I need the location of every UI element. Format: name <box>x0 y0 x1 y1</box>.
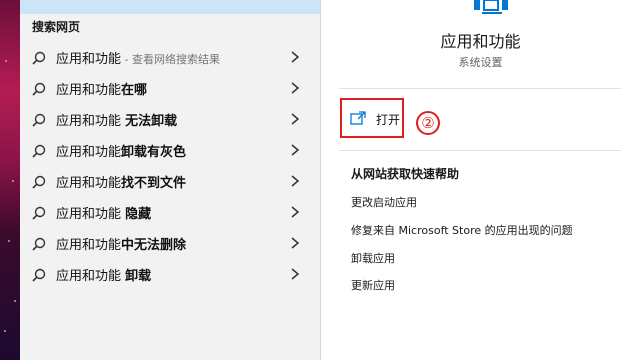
wallpaper-star <box>14 300 16 302</box>
search-icon <box>32 206 46 220</box>
search-result-item[interactable]: 应用和功能中无法删除 <box>20 228 320 259</box>
result-text-bold: 找不到文件 <box>121 176 187 191</box>
chevron-right-icon[interactable] <box>290 174 300 188</box>
result-suffix: - 查看网络搜索结果 <box>121 53 220 66</box>
search-result-item[interactable]: 应用和功能 隐藏 <box>20 197 320 228</box>
result-text-bold: 中无法删除 <box>121 238 187 253</box>
chevron-right-icon[interactable] <box>290 81 300 95</box>
search-result-label: 应用和功能 - 查看网络搜索结果 <box>56 48 220 67</box>
section-title-web: 搜索网页 <box>32 20 81 34</box>
search-icon <box>32 237 46 251</box>
search-result-label: 应用和功能 卸载 <box>56 265 151 284</box>
open-button[interactable]: 打开 <box>340 98 404 138</box>
settings-app-icon <box>474 0 508 14</box>
wallpaper-star <box>12 180 14 182</box>
result-text: 应用和功能 <box>56 114 126 129</box>
result-text-bold: 无法卸载 <box>125 114 178 129</box>
open-button-label: 打开 <box>376 113 401 127</box>
result-text: 应用和功能 <box>56 207 126 222</box>
result-text-bold: 隐藏 <box>125 207 152 222</box>
search-result-item[interactable]: 应用和功能在哪 <box>20 73 320 104</box>
chevron-right-icon[interactable] <box>290 112 300 126</box>
app-subtitle: 系统设置 <box>458 56 503 69</box>
search-result-label: 应用和功能卸载有灰色 <box>56 141 186 160</box>
search-result-label: 应用和功能 无法卸载 <box>56 110 177 129</box>
desktop-wallpaper <box>0 0 20 360</box>
search-result-item[interactable]: 应用和功能找不到文件 <box>20 166 320 197</box>
result-text: 应用和功能 <box>56 269 126 284</box>
search-result-label: 应用和功能 隐藏 <box>56 203 151 222</box>
search-result-label: 应用和功能在哪 <box>56 79 147 98</box>
search-result-label: 应用和功能中无法删除 <box>56 234 186 253</box>
result-text-bold: 卸载有灰色 <box>121 145 187 160</box>
details-panel: 应用和功能 系统设置 打开 ② 从网站获取快速帮助 更改启动应用 修复来自 Mi… <box>321 0 640 360</box>
chevron-right-icon[interactable] <box>290 236 300 250</box>
help-link-fix-store-apps[interactable]: 修复来自 Microsoft Store 的应用出现的问题 <box>351 222 573 238</box>
wallpaper-star <box>4 330 6 332</box>
result-text: 应用和功能 <box>56 52 122 67</box>
help-section-title: 从网站获取快速帮助 <box>351 167 460 181</box>
result-text-bold: 卸载 <box>125 269 152 284</box>
search-result-item[interactable]: 应用和功能 无法卸载 <box>20 104 320 135</box>
result-text: 应用和功能 <box>56 238 122 253</box>
best-match-item[interactable] <box>20 0 320 14</box>
chevron-right-icon[interactable] <box>290 143 300 157</box>
chevron-right-icon[interactable] <box>290 205 300 219</box>
search-results-panel: 搜索网页 应用和功能 - 查看网络搜索结果 应用和功能在哪 应用和功能 无法卸载 应用… <box>20 0 321 360</box>
help-link-startup-apps[interactable]: 更改启动应用 <box>351 194 417 210</box>
result-text-bold: 在哪 <box>121 83 148 98</box>
result-text: 应用和功能 <box>56 176 122 191</box>
result-text: 应用和功能 <box>56 145 122 160</box>
wallpaper-star <box>8 240 10 242</box>
chevron-right-icon[interactable] <box>290 267 300 281</box>
result-text: 应用和功能 <box>56 83 122 98</box>
search-icon <box>32 51 46 65</box>
search-result-label: 应用和功能找不到文件 <box>56 172 186 191</box>
search-icon <box>32 268 46 282</box>
search-icon <box>32 175 46 189</box>
wallpaper-star <box>5 60 7 62</box>
divider <box>339 150 621 151</box>
search-icon <box>32 144 46 158</box>
search-icon <box>32 82 46 96</box>
help-link-uninstall-apps[interactable]: 卸载应用 <box>351 250 395 266</box>
divider <box>339 88 621 89</box>
step-marker: ② <box>416 111 440 135</box>
chevron-right-icon[interactable] <box>290 50 300 64</box>
help-link-update-apps[interactable]: 更新应用 <box>351 277 395 293</box>
search-result-item[interactable]: 应用和功能 - 查看网络搜索结果 <box>20 42 320 73</box>
search-icon <box>32 113 46 127</box>
open-external-icon <box>350 111 366 125</box>
search-result-item[interactable]: 应用和功能 卸载 <box>20 259 320 290</box>
app-title: 应用和功能 <box>440 32 521 51</box>
search-result-item[interactable]: 应用和功能卸载有灰色 <box>20 135 320 166</box>
